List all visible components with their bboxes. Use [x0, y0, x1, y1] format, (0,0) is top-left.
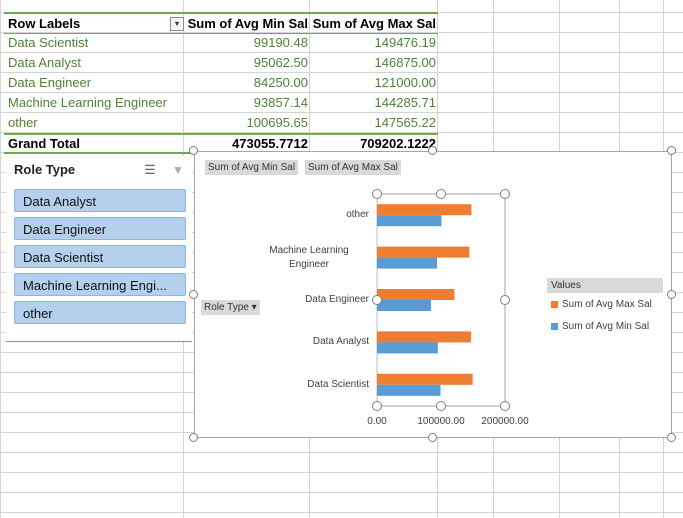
resize-handle[interactable]: [667, 290, 676, 299]
category-label: Data Engineer: [249, 293, 369, 307]
category-label: other: [249, 208, 369, 222]
legend-label: Sum of Avg Min Sal: [562, 321, 650, 332]
category-label: Machine Learning Engineer: [249, 244, 369, 272]
plot-resize-handle[interactable]: [500, 401, 510, 411]
legend-title: Values: [547, 278, 663, 293]
resize-handle[interactable]: [428, 146, 437, 155]
slicer-title: Role Type: [14, 162, 76, 177]
bar-min[interactable]: [377, 215, 442, 227]
min-sal-cell[interactable]: 84250.00: [184, 73, 308, 93]
max-sal-cell[interactable]: 121000.00: [310, 73, 436, 93]
filter-dropdown-icon[interactable]: ▾: [170, 17, 184, 31]
min-sal-cell[interactable]: 100695.65: [184, 113, 308, 133]
table-row[interactable]: Data Analyst 95062.50 146875.00: [4, 53, 438, 73]
multi-select-icon[interactable]: ☰: [142, 162, 158, 178]
category-label-line: Engineer: [288, 258, 330, 270]
clear-filter-icon[interactable]: ▼: [170, 162, 186, 178]
max-sal-cell[interactable]: 144285.71: [310, 93, 436, 113]
plot-resize-handle[interactable]: [500, 295, 510, 305]
max-sal-cell[interactable]: 147565.22: [310, 113, 436, 133]
slicer-item[interactable]: Data Analyst: [14, 189, 186, 212]
legend-item-min[interactable]: Sum of Avg Min Sal: [551, 321, 649, 332]
resize-handle[interactable]: [667, 146, 676, 155]
row-label[interactable]: Data Engineer: [8, 73, 182, 93]
row-label[interactable]: Data Analyst: [8, 53, 182, 73]
min-sal-header[interactable]: Sum of Avg Min Sal: [184, 14, 308, 34]
bar-min[interactable]: [377, 384, 441, 396]
bar-max[interactable]: [377, 246, 470, 258]
category-label-line: other: [346, 209, 369, 221]
resize-handle[interactable]: [428, 433, 437, 442]
bar-max[interactable]: [377, 373, 473, 385]
grand-total-label[interactable]: Grand Total: [8, 135, 182, 155]
max-sal-cell[interactable]: 149476.19: [310, 33, 436, 53]
x-tick-label: 200000.00: [481, 416, 529, 427]
legend-swatch: [551, 322, 558, 330]
x-tick-label: 0.00: [367, 416, 387, 427]
slicer-item[interactable]: other: [14, 301, 186, 324]
pivot-header-row: Row Labels ▾ Sum of Avg Min Sal Sum of A…: [4, 12, 438, 34]
min-sal-cell[interactable]: 95062.50: [184, 53, 308, 73]
role-type-slicer[interactable]: Role Type ☰ ▼ Data Analyst Data Engineer…: [6, 156, 192, 342]
bar-min[interactable]: [377, 257, 438, 269]
bar-min[interactable]: [377, 300, 431, 311]
table-row[interactable]: Machine Learning Engineer 93857.14 14428…: [4, 93, 438, 113]
max-sal-header[interactable]: Sum of Avg Max Sal: [310, 14, 436, 34]
legend-label: Sum of Avg Max Sal: [562, 299, 652, 310]
resize-handle[interactable]: [189, 146, 198, 155]
plot-resize-handle[interactable]: [372, 189, 382, 199]
slicer-item[interactable]: Machine Learning Engi...: [14, 273, 186, 296]
table-row[interactable]: other 100695.65 147565.22: [4, 113, 438, 133]
plot-resize-handle[interactable]: [372, 401, 382, 411]
category-label-line: Data Analyst: [312, 336, 369, 348]
bar-min[interactable]: [377, 342, 438, 354]
bar-max[interactable]: [377, 204, 472, 216]
row-label[interactable]: Machine Learning Engineer: [8, 93, 182, 113]
pivot-chart[interactable]: Sum of Avg Min Sal Sum of Avg Max Sal Ro…: [194, 151, 672, 438]
bar-max[interactable]: [377, 331, 471, 343]
category-label-line: Machine Learning: [269, 244, 349, 256]
plot-resize-handle[interactable]: [372, 295, 382, 305]
plot-resize-handle[interactable]: [436, 189, 446, 199]
slicer-item[interactable]: Data Engineer: [14, 217, 186, 240]
max-sal-cell[interactable]: 146875.00: [310, 53, 436, 73]
x-tick-label: 100000.00: [417, 416, 465, 427]
plot-resize-handle[interactable]: [436, 401, 446, 411]
resize-handle[interactable]: [189, 290, 198, 299]
resize-handle[interactable]: [189, 433, 198, 442]
category-label-line: Data Engineer: [305, 294, 369, 305]
category-label: Data Analyst: [249, 335, 369, 349]
row-label[interactable]: Data Scientist: [8, 33, 182, 53]
bar-max[interactable]: [377, 289, 455, 300]
resize-handle[interactable]: [667, 433, 676, 442]
category-label-line: Data Scientist: [307, 378, 369, 390]
row-labels-header[interactable]: Row Labels: [8, 14, 182, 34]
table-row[interactable]: Data Scientist 99190.48 149476.19: [4, 33, 438, 53]
slicer-item[interactable]: Data Scientist: [14, 245, 186, 268]
table-row[interactable]: Data Engineer 84250.00 121000.00: [4, 73, 438, 93]
row-label[interactable]: other: [8, 113, 182, 133]
plot-resize-handle[interactable]: [500, 189, 510, 199]
legend-swatch: [551, 300, 558, 308]
category-label: Data Scientist: [249, 378, 369, 392]
legend-item-max[interactable]: Sum of Avg Max Sal: [551, 299, 652, 310]
min-sal-cell[interactable]: 99190.48: [184, 33, 308, 53]
min-sal-cell[interactable]: 93857.14: [184, 93, 308, 113]
